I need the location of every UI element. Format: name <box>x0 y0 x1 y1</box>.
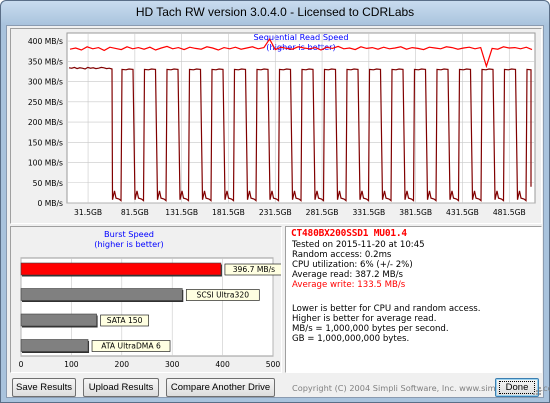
read-y-tick: 250 MB/s <box>28 98 63 107</box>
burst-x-tick: 200 <box>115 360 130 369</box>
read-x-tick: 431.5GB <box>446 208 479 217</box>
burst-bar-label: SCSI Ultra320 <box>197 291 250 300</box>
read-y-tick: 100 MB/s <box>28 159 63 168</box>
resize-grip-icon[interactable] <box>532 386 542 396</box>
cpu-utilization: CPU utilization: 6% (+/- 2%) <box>292 260 413 270</box>
burst-bar-label: ATA UltraDMA 6 <box>101 342 161 351</box>
read-x-tick: 231.5GB <box>259 208 292 217</box>
read-chart-title: Sequential Read Speed <box>253 32 348 42</box>
read-y-tick: 400 MB/s <box>28 37 63 46</box>
burst-speed-panel: Burst Speed (higher is better) 396.7 MB/… <box>10 226 284 373</box>
read-x-tick: 331.5GB <box>352 208 385 217</box>
done-label: Done <box>498 381 536 394</box>
average-write: Average write: 133.5 MB/s <box>292 280 406 290</box>
read-x-tick: 181.5GB <box>212 208 245 217</box>
upload-results-button[interactable]: Upload Results <box>83 378 159 397</box>
sequential-read-panel: Sequential Read Speed (higher is better)… <box>10 28 542 224</box>
window-title: HD Tach RW version 3.0.4.0 - Licensed to… <box>135 5 415 19</box>
read-y-tick: 50 MB/s <box>33 179 63 188</box>
burst-speed-chart: Burst Speed (higher is better) 396.7 MB/… <box>19 229 284 369</box>
read-y-tick: 150 MB/s <box>28 138 63 147</box>
burst-x-tick: 500 <box>266 360 281 369</box>
title-bar[interactable]: HD Tach RW version 3.0.4.0 - Licensed to… <box>1 1 549 25</box>
drive-model: CT480BX200SSD1 MU01.4 <box>291 228 407 239</box>
burst-bar <box>20 339 89 352</box>
burst-chart-title: Burst Speed <box>104 229 154 239</box>
burst-x-tick: 400 <box>215 360 230 369</box>
app-window: HD Tach RW version 3.0.4.0 - Licensed to… <box>0 0 550 403</box>
read-x-tick: 131.5GB <box>165 208 198 217</box>
burst-x-tick: 300 <box>165 360 180 369</box>
read-x-tick: 81.5GB <box>121 208 149 217</box>
read-y-tick: 350 MB/s <box>28 57 63 66</box>
note-lower-better: Lower is better for CPU and random acces… <box>292 304 481 314</box>
read-y-tick: 300 MB/s <box>28 78 63 87</box>
burst-bar-label: SATA 150 <box>107 316 143 325</box>
note-gb: GB = 1,000,000,000 bytes. <box>292 334 410 344</box>
note-mbps: MB/s = 1,000,000 bytes per second. <box>292 324 449 334</box>
random-access: Random access: 0.2ms <box>292 250 392 260</box>
compare-another-drive-button[interactable]: Compare Another Drive <box>166 378 275 397</box>
read-x-tick: 481.5GB <box>493 208 526 217</box>
sequential-read-chart: Sequential Read Speed (higher is better)… <box>28 32 536 217</box>
save-results-button[interactable]: Save Results <box>12 378 76 397</box>
burst-x-tick: 0 <box>19 360 24 369</box>
read-x-tick: 381.5GB <box>399 208 432 217</box>
burst-bar <box>20 288 183 301</box>
burst-chart-subtitle: (higher is better) <box>94 239 163 249</box>
burst-bar <box>20 313 97 327</box>
read-y-tick: 200 MB/s <box>28 118 63 127</box>
read-y-tick: 0 MB/s <box>37 199 63 208</box>
note-higher-better: Higher is better for average read. <box>292 314 437 324</box>
client-area: Sequential Read Speed (higher is better)… <box>6 25 550 398</box>
read-x-tick: 31.5GB <box>74 208 102 217</box>
results-info-panel: CT480BX200SSD1 MU01.4 Tested on 2015-11-… <box>285 226 542 373</box>
burst-bar-label: 396.7 MB/s <box>233 265 275 274</box>
burst-x-tick: 100 <box>64 360 79 369</box>
tested-on: Tested on 2015-11-20 at 10:45 <box>292 240 425 250</box>
burst-bar <box>20 262 222 276</box>
average-read: Average read: 387.2 MB/s <box>292 270 404 280</box>
read-x-tick: 281.5GB <box>306 208 339 217</box>
